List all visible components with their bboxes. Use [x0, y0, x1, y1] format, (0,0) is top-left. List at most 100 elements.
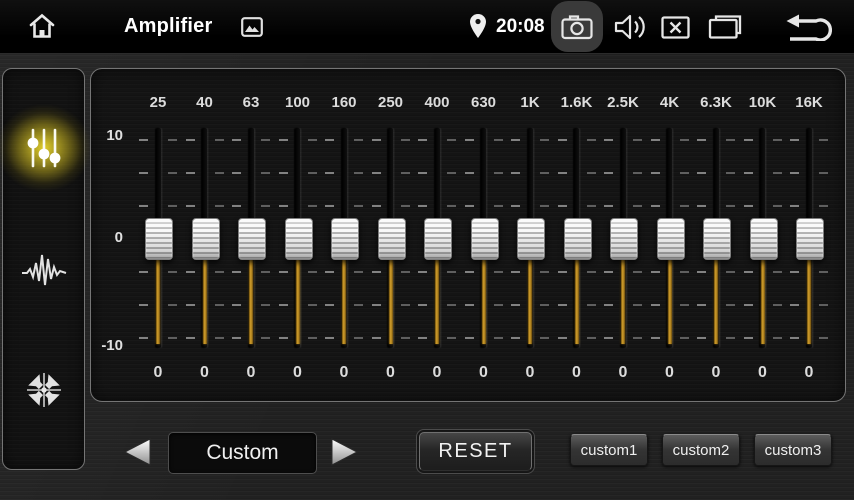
band-slider[interactable] [461, 128, 507, 348]
band-value-label: 0 [414, 364, 460, 384]
sidebar-item-equalizer[interactable] [3, 96, 84, 200]
band-frequency-label: 16K [786, 94, 832, 114]
reset-button[interactable]: RESET [419, 432, 532, 471]
clock: 20:08 [496, 0, 545, 53]
slider-fill [575, 258, 579, 344]
slider-fill [203, 258, 207, 344]
slider-fill [482, 258, 486, 344]
eq-band-column: 400 0 [414, 69, 460, 401]
slider-knob[interactable] [796, 218, 824, 260]
band-slider[interactable] [600, 128, 646, 348]
band-slider[interactable] [693, 128, 739, 348]
band-frequency-label: 1K [507, 94, 553, 114]
band-value-label: 0 [461, 364, 507, 384]
back-icon[interactable] [785, 13, 832, 41]
location-pin-icon [469, 13, 487, 40]
eq-band-column: 630 0 [461, 69, 507, 401]
slider-fill [249, 258, 253, 344]
band-slider[interactable] [368, 128, 414, 348]
band-slider[interactable] [647, 128, 693, 348]
slider-fill [714, 258, 718, 344]
band-slider[interactable] [507, 128, 553, 348]
status-bar: Amplifier 20:08 [0, 0, 854, 54]
band-frequency-label: 2.5K [600, 94, 646, 114]
band-slider[interactable] [414, 128, 460, 348]
band-slider[interactable] [321, 128, 367, 348]
slider-knob[interactable] [471, 218, 499, 260]
slider-knob[interactable] [145, 218, 173, 260]
band-frequency-label: 160 [321, 94, 367, 114]
slider-fill [296, 258, 300, 344]
slider-knob[interactable] [331, 218, 359, 260]
slider-knob[interactable] [192, 218, 220, 260]
slider-fill [807, 258, 811, 344]
slider-fill [621, 258, 625, 344]
preset-selector[interactable]: Custom [168, 432, 317, 474]
sidebar-item-balance-fader[interactable] [3, 338, 84, 442]
band-frequency-label: 1.6K [554, 94, 600, 114]
sidebar-item-sound-effect[interactable] [3, 217, 84, 321]
band-value-label: 0 [740, 364, 786, 384]
slider-knob[interactable] [703, 218, 731, 260]
band-value-label: 0 [182, 364, 228, 384]
band-slider[interactable] [182, 128, 228, 348]
slider-fill [156, 258, 160, 344]
eq-band-column: 2.5K 0 [600, 69, 646, 401]
band-slider[interactable] [275, 128, 321, 348]
band-slider[interactable] [786, 128, 832, 348]
slider-knob[interactable] [610, 218, 638, 260]
band-value-label: 0 [507, 364, 553, 384]
slider-knob[interactable] [750, 218, 778, 260]
close-box-icon[interactable] [661, 16, 690, 39]
band-value-label: 0 [228, 364, 274, 384]
sidebar [2, 68, 85, 470]
band-frequency-label: 630 [461, 94, 507, 114]
slider-fill [389, 258, 393, 344]
band-slider[interactable] [135, 128, 181, 348]
eq-band-column: 1.6K 0 [554, 69, 600, 401]
band-frequency-label: 100 [275, 94, 321, 114]
band-value-label: 0 [321, 364, 367, 384]
screenshot-button[interactable] [551, 1, 603, 52]
picture-icon[interactable] [241, 17, 263, 37]
slider-knob[interactable] [657, 218, 685, 260]
reset-button-frame: RESET [416, 429, 535, 474]
band-frequency-label: 250 [368, 94, 414, 114]
band-slider[interactable] [740, 128, 786, 348]
custom3-button[interactable]: custom3 [754, 434, 832, 466]
band-slider[interactable] [228, 128, 274, 348]
page-title: Amplifier [124, 0, 212, 53]
recent-windows-icon[interactable] [707, 14, 743, 40]
preset-next-button[interactable] [328, 436, 360, 468]
amplifier-screen: Amplifier 20:08 [0, 0, 854, 500]
slider-knob[interactable] [517, 218, 545, 260]
preset-prev-button[interactable] [122, 436, 154, 468]
slider-knob[interactable] [378, 218, 406, 260]
eq-band-column: 4K 0 [647, 69, 693, 401]
eq-band-column: 25 0 [135, 69, 181, 401]
eq-sliders-icon [26, 127, 62, 169]
band-slider[interactable] [554, 128, 600, 348]
scale-label-max: 10 [91, 127, 123, 144]
speakers-cross-icon [24, 370, 64, 410]
band-frequency-label: 25 [135, 94, 181, 114]
custom2-button[interactable]: custom2 [662, 434, 740, 466]
slider-knob[interactable] [238, 218, 266, 260]
slider-knob[interactable] [424, 218, 452, 260]
band-frequency-label: 10K [740, 94, 786, 114]
preset-label: Custom [206, 441, 278, 465]
slider-fill [435, 258, 439, 344]
custom1-button[interactable]: custom1 [570, 434, 648, 466]
scale-label-min: -10 [91, 337, 123, 354]
slider-fill [342, 258, 346, 344]
band-value-label: 0 [786, 364, 832, 384]
band-frequency-label: 6.3K [693, 94, 739, 114]
scale-label-mid: 0 [91, 229, 123, 246]
home-icon[interactable] [27, 11, 57, 41]
volume-icon[interactable] [614, 13, 649, 41]
slider-fill [528, 258, 532, 344]
band-frequency-label: 4K [647, 94, 693, 114]
eq-band-column: 10K 0 [740, 69, 786, 401]
slider-knob[interactable] [285, 218, 313, 260]
slider-knob[interactable] [564, 218, 592, 260]
